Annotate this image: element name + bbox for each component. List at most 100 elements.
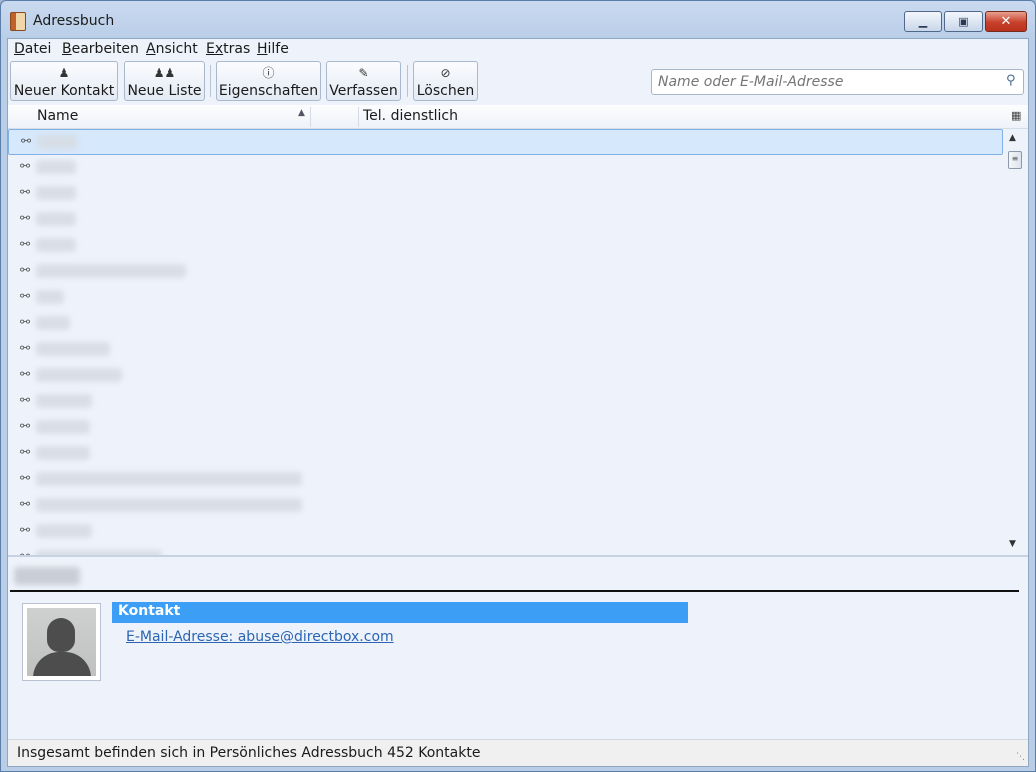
list-item[interactable]: ⚯ (8, 285, 1003, 311)
redacted-name (36, 420, 90, 434)
maximize-icon: ▣ (958, 15, 969, 28)
menu-extras[interactable]: Extras (206, 41, 250, 57)
toolbar-separator (210, 65, 211, 97)
list-item[interactable]: ⚯ (8, 311, 1003, 337)
redacted-name (36, 238, 76, 252)
pane-splitter[interactable] (8, 555, 1028, 557)
redacted-name (36, 498, 302, 512)
column-header-name[interactable]: Name (37, 108, 78, 124)
scroll-thumb[interactable]: ≡ (1008, 151, 1022, 169)
person-icon: ⚯ (20, 367, 31, 381)
person-icon: ⚯ (20, 159, 31, 173)
menu-datei[interactable]: Datei (14, 41, 51, 57)
avatar-placeholder-icon (27, 608, 96, 676)
list-item[interactable]: ⚯ (8, 129, 1003, 155)
search-icon[interactable]: ⚲ (1006, 73, 1022, 89)
redacted-name (36, 342, 110, 356)
list-item[interactable]: ⚯ (8, 207, 1003, 233)
redacted-name (36, 212, 76, 226)
redacted-name (37, 135, 77, 149)
list-item[interactable]: ⚯ (8, 467, 1003, 493)
redacted-name (36, 446, 90, 460)
toolbar-separator (407, 65, 408, 97)
minimize-icon: ▁ (918, 15, 928, 28)
redacted-name (36, 264, 186, 278)
person-icon: ⚯ (20, 211, 31, 225)
address-book-window: Adressbuch ▁ ▣ ✕ Datei Bearbeiten Ansich… (0, 0, 1036, 772)
contact-list[interactable]: ⚯ ⚯ ⚯ ⚯ ⚯ ⚯ ⚯ ⚯ ⚯ ⚯ ⚯ ⚯ ⚯ ⚯ ⚯ ⚯ ⚯ (8, 129, 1003, 555)
menu-hilfe[interactable]: Hilfe (257, 41, 289, 57)
close-icon: ✕ (1000, 14, 1012, 29)
person-icon: ⚯ (20, 419, 31, 433)
column-picker-icon[interactable]: ▦ (1011, 109, 1021, 122)
list-item[interactable]: ⚯ (8, 259, 1003, 285)
minimize-button[interactable]: ▁ (904, 11, 942, 32)
new-contact-button[interactable]: ♟ Neuer Kontakt (10, 61, 118, 101)
pencil-icon: ✎ (358, 66, 369, 80)
new-list-button[interactable]: ♟♟ Neue Liste (124, 61, 205, 101)
redacted-name (36, 160, 76, 174)
delete-button[interactable]: ⊘ Löschen (413, 61, 478, 101)
column-header-tel[interactable]: Tel. dienstlich (363, 108, 458, 124)
redacted-name (36, 316, 70, 330)
person-icon: ⚯ (21, 134, 32, 148)
properties-button[interactable]: ⓘ Eigenschaften (216, 61, 321, 101)
menu-ansicht[interactable]: Ansicht (146, 41, 198, 57)
list-item[interactable]: ⚯ (8, 233, 1003, 259)
toolbar: ♟ Neuer Kontakt ♟♟ Neue Liste ⓘ Eigensch… (8, 59, 1028, 105)
redacted-name (36, 368, 122, 382)
person-icon: ⚯ (20, 445, 31, 459)
list-item[interactable]: ⚯ (8, 337, 1003, 363)
card-section-heading: Kontakt (112, 602, 688, 623)
person-icon: ⚯ (20, 237, 31, 251)
list-item[interactable]: ⚯ (8, 545, 1003, 555)
list-header: Name ▲ Tel. dienstlich ▦ (8, 105, 1028, 129)
add-group-icon: ♟♟ (153, 66, 176, 80)
column-divider[interactable] (310, 107, 311, 127)
list-item[interactable]: ⚯ (8, 493, 1003, 519)
list-item[interactable]: ⚯ (8, 155, 1003, 181)
list-scrollbar[interactable]: ▲ ≡ ▼ (1004, 129, 1026, 555)
compose-button[interactable]: ✎ Verfassen (326, 61, 401, 101)
list-item[interactable]: ⚯ (8, 415, 1003, 441)
redacted-name (36, 472, 302, 486)
scroll-down-icon[interactable]: ▼ (1009, 539, 1016, 549)
email-link[interactable]: E-Mail-Adresse: abuse@directbox.com (126, 629, 394, 645)
close-button[interactable]: ✕ (985, 11, 1027, 32)
info-icon: ⓘ (262, 66, 275, 80)
person-icon: ⚯ (20, 471, 31, 485)
list-item[interactable]: ⚯ (8, 519, 1003, 545)
redacted-name (36, 524, 92, 538)
title-bar[interactable]: Adressbuch ▁ ▣ ✕ (1, 1, 1035, 39)
search-input[interactable] (651, 69, 1024, 95)
sort-ascending-icon: ▲ (298, 108, 305, 118)
window-title: Adressbuch (33, 13, 115, 29)
column-divider[interactable] (358, 107, 359, 127)
scroll-up-icon[interactable]: ▲ (1009, 133, 1016, 143)
client-area: Datei Bearbeiten Ansicht Extras Hilfe ♟ … (7, 38, 1029, 767)
card-rule (10, 590, 1019, 592)
card-contact-name-redacted (14, 567, 80, 585)
resize-grip-icon[interactable]: ⋱ (1016, 752, 1025, 762)
person-icon: ⚯ (20, 341, 31, 355)
redacted-name (36, 394, 92, 408)
list-item[interactable]: ⚯ (8, 363, 1003, 389)
person-icon: ⚯ (20, 263, 31, 277)
person-icon: ⚯ (20, 497, 31, 511)
maximize-button[interactable]: ▣ (944, 11, 983, 32)
person-icon: ⚯ (20, 185, 31, 199)
list-item[interactable]: ⚯ (8, 441, 1003, 467)
redacted-name (36, 186, 76, 200)
address-book-icon (10, 12, 26, 31)
menu-bar: Datei Bearbeiten Ansicht Extras Hilfe (8, 39, 1028, 59)
person-icon: ⚯ (20, 393, 31, 407)
list-item[interactable]: ⚯ (8, 389, 1003, 415)
status-text: Insgesamt befinden sich in Persönliches … (17, 745, 481, 761)
person-icon: ⚯ (20, 315, 31, 329)
person-icon: ⚯ (20, 523, 31, 537)
menu-bearbeiten[interactable]: Bearbeiten (62, 41, 139, 57)
person-icon: ⚯ (20, 289, 31, 303)
list-item[interactable]: ⚯ (8, 181, 1003, 207)
avatar (22, 603, 101, 681)
add-person-icon: ♟ (58, 66, 70, 80)
